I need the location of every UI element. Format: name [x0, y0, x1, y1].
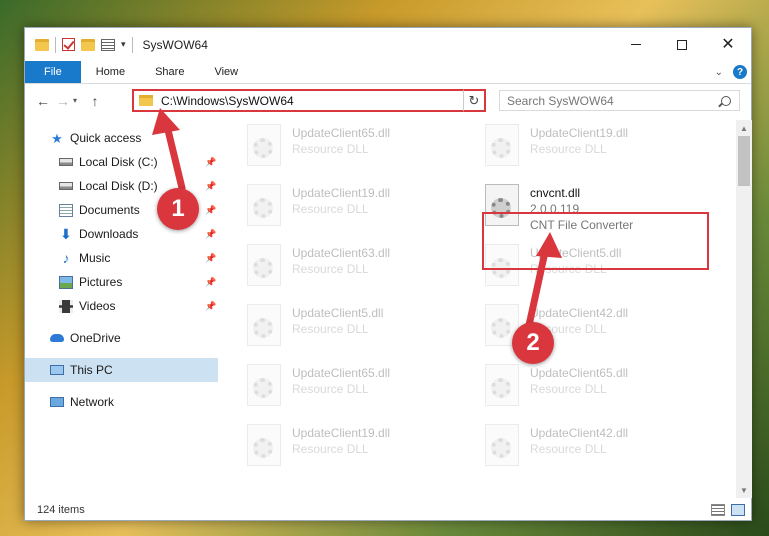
step-1-badge: 1	[157, 188, 199, 230]
annotation-arrows	[152, 108, 562, 334]
arrow-2-head	[536, 232, 562, 258]
arrow-1-head	[152, 108, 180, 135]
arrow-2-shaft	[524, 248, 549, 334]
step-2-badge: 2	[512, 322, 554, 364]
arrow-1-shaft	[164, 126, 186, 192]
